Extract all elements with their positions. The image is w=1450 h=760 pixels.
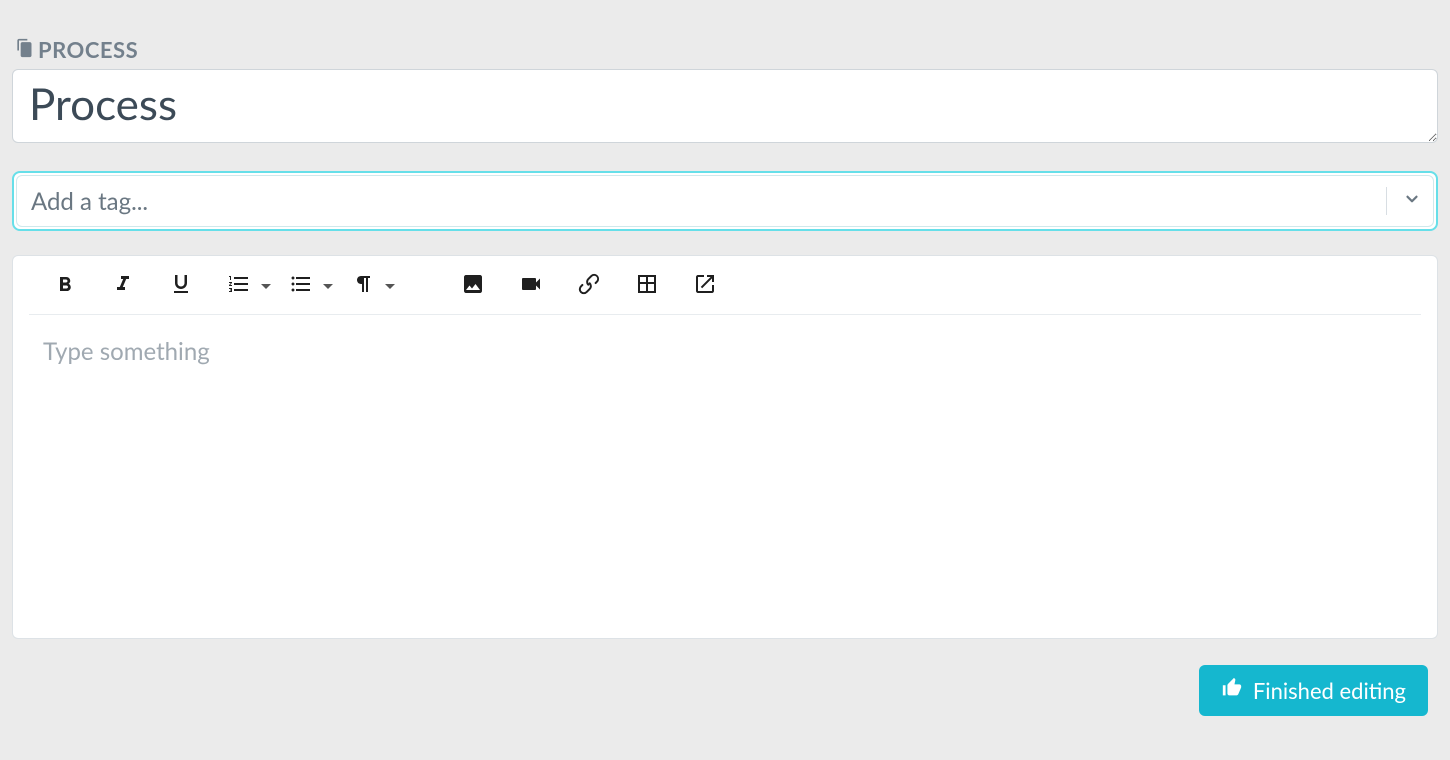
underline-icon	[169, 272, 193, 300]
footer: Finished editing	[12, 639, 1438, 716]
tag-field-focus-ring	[12, 171, 1438, 231]
caret-down-icon	[323, 277, 333, 296]
ordered-list-icon	[227, 272, 251, 300]
chevron-down-icon	[1403, 190, 1421, 212]
italic-icon	[111, 272, 135, 300]
underline-button[interactable]	[169, 272, 193, 300]
tag-input[interactable]	[17, 179, 1376, 224]
caret-down-icon	[385, 277, 395, 296]
insert-video-button[interactable]	[519, 272, 543, 300]
finished-editing-label: Finished editing	[1253, 677, 1406, 704]
tag-dropdown-toggle[interactable]	[1397, 190, 1433, 212]
tag-field[interactable]	[16, 175, 1434, 227]
caret-down-icon	[261, 277, 271, 296]
finished-editing-button[interactable]: Finished editing	[1199, 665, 1428, 716]
rich-text-editor: Type something	[12, 255, 1438, 639]
insert-link-button[interactable]	[577, 272, 601, 300]
editor-toolbar	[29, 256, 1421, 315]
insert-image-button[interactable]	[461, 272, 485, 300]
paragraph-icon	[351, 272, 375, 300]
bold-icon	[53, 272, 77, 300]
section-label: PROCESS	[12, 36, 1438, 63]
editor-body[interactable]: Type something	[13, 315, 1437, 595]
title-input[interactable]	[12, 69, 1438, 143]
paragraph-format-button[interactable]	[351, 272, 395, 300]
thumbs-up-icon	[1221, 677, 1243, 704]
link-icon	[577, 272, 601, 300]
ordered-list-button[interactable]	[227, 272, 271, 300]
section-label-text: PROCESS	[38, 36, 138, 63]
image-icon	[461, 272, 485, 300]
table-icon	[635, 272, 659, 300]
bold-button[interactable]	[53, 272, 77, 300]
italic-button[interactable]	[111, 272, 135, 300]
video-icon	[519, 272, 543, 300]
open-external-button[interactable]	[693, 272, 717, 300]
unordered-list-icon	[289, 272, 313, 300]
unordered-list-button[interactable]	[289, 272, 333, 300]
copy-stack-icon	[14, 36, 34, 63]
external-link-icon	[693, 272, 717, 300]
insert-table-button[interactable]	[635, 272, 659, 300]
separator	[1386, 187, 1387, 215]
